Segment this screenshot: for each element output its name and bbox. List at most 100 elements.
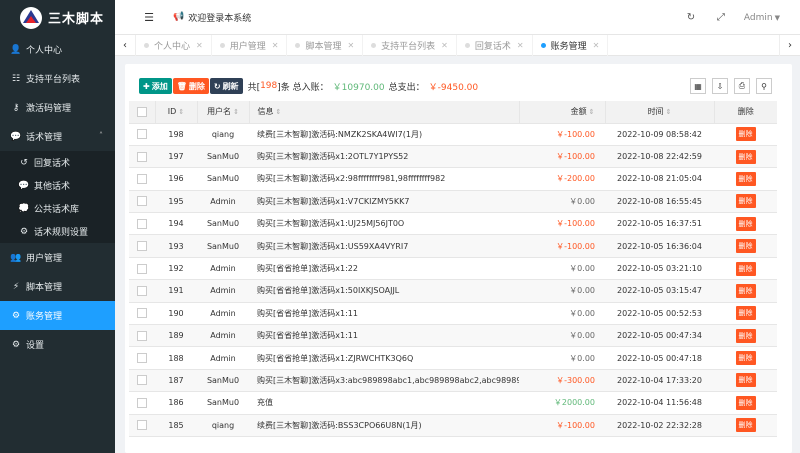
row-select-cell[interactable] bbox=[129, 190, 155, 214]
header-id[interactable]: ID ⇕ bbox=[154, 101, 197, 124]
row-checkbox[interactable] bbox=[137, 241, 147, 252]
sidebar-item[interactable]: 👤 个人中心 bbox=[0, 35, 115, 64]
tab[interactable]: 账务管理 ✕ bbox=[533, 34, 609, 56]
row-delete-button[interactable]: 删除 bbox=[735, 373, 756, 388]
table-row[interactable]: 188 Admin 购买[省省抢单]激活码x1:ZJRWCHTK3Q6Q ￥0.00 2… bbox=[129, 346, 777, 370]
row-checkbox[interactable] bbox=[137, 263, 147, 274]
close-icon[interactable]: ✕ bbox=[517, 41, 524, 50]
sidebar-item[interactable]: ⚡ 脚本管理 bbox=[0, 272, 115, 301]
table-row[interactable]: 198 qiang 续费[三木智聊]激活码:NMZK2SKA4WI7(1月) ￥-10… bbox=[129, 123, 777, 146]
row-checkbox[interactable] bbox=[137, 196, 147, 207]
row-select-cell[interactable] bbox=[129, 302, 155, 326]
columns-icon[interactable]: ▦ bbox=[690, 78, 706, 94]
row-checkbox[interactable] bbox=[137, 151, 147, 162]
row-delete-button[interactable]: 删除 bbox=[735, 149, 756, 164]
table-row[interactable]: 190 Admin 购买[省省抢单]激活码x1:11 ￥0.00 2022-10-05 … bbox=[129, 302, 777, 326]
close-icon[interactable]: ✕ bbox=[593, 41, 600, 50]
table-row[interactable]: 191 Admin 购买[省省抢单]激活码x1:50IXKJSOAJJL ￥0.00 2… bbox=[129, 279, 777, 303]
row-select-cell[interactable] bbox=[129, 212, 155, 236]
delete-button[interactable]: 🗑 删除 bbox=[172, 78, 209, 94]
table-row[interactable]: 192 Admin 购买[省省抢单]激活码x1:22 ￥0.00 2022-10-05 … bbox=[129, 257, 777, 281]
row-delete-button[interactable]: 删除 bbox=[735, 328, 756, 343]
row-checkbox[interactable] bbox=[137, 308, 147, 319]
refresh-button[interactable]: ↻ 刷新 bbox=[209, 78, 243, 94]
tab[interactable]: 个人中心 ✕ bbox=[136, 34, 212, 56]
row-select-cell[interactable] bbox=[129, 257, 155, 281]
sidebar-item[interactable]: ⚙ 话术规则设置 bbox=[0, 220, 115, 243]
user-menu[interactable]: Admin ▼ bbox=[744, 13, 780, 23]
sidebar-item[interactable]: 💭 公共话术库 bbox=[0, 197, 115, 220]
row-checkbox[interactable] bbox=[137, 397, 147, 408]
row-select-cell[interactable] bbox=[129, 145, 155, 169]
sidebar-item[interactable]: ⚙ 账务管理 bbox=[0, 301, 115, 330]
sidebar-item[interactable]: 💬 话术管理 ˄ bbox=[0, 122, 115, 151]
tab[interactable]: 回复话术 ✕ bbox=[457, 34, 533, 56]
row-select-cell[interactable] bbox=[129, 414, 155, 437]
header-amount[interactable]: 金额 ⇕ bbox=[518, 101, 605, 124]
row-checkbox[interactable] bbox=[137, 353, 147, 364]
row-delete-button[interactable]: 删除 bbox=[735, 127, 756, 142]
sidebar-item[interactable]: 👥 用户管理 bbox=[0, 243, 115, 272]
row-checkbox[interactable] bbox=[137, 218, 147, 229]
table-row[interactable]: 187 SanMu0 购买[三木智聊]激活码x3:abc989898abc1,abc… bbox=[129, 369, 777, 393]
select-all-header[interactable] bbox=[129, 101, 155, 124]
search-icon[interactable]: ⚲ bbox=[756, 78, 772, 94]
row-delete-button[interactable]: 删除 bbox=[735, 216, 756, 231]
refresh-icon[interactable]: ↻ bbox=[676, 12, 706, 23]
table-row[interactable]: 197 SanMu0 购买[三木智聊]激活码x1:2OTL7Y1PYS52 ￥-100… bbox=[129, 145, 777, 169]
print-icon[interactable]: ⎙ bbox=[734, 78, 750, 94]
table-row[interactable]: 186 SanMu0 充值 ￥2000.00 2022-10-04 11:56:48 删除 bbox=[129, 391, 777, 415]
export-icon[interactable]: ⇩ bbox=[712, 78, 728, 94]
close-icon[interactable]: ✕ bbox=[441, 41, 448, 50]
close-icon[interactable]: ✕ bbox=[196, 41, 203, 50]
row-delete-button[interactable]: 删除 bbox=[735, 239, 756, 254]
tabs-scroll-right-icon[interactable]: › bbox=[779, 34, 800, 56]
table-row[interactable]: 189 Admin 购买[省省抢单]激活码x1:11 ￥0.00 2022-10-05 … bbox=[129, 324, 777, 348]
row-delete-button[interactable]: 删除 bbox=[735, 283, 756, 298]
tab[interactable]: 用户管理 ✕ bbox=[212, 34, 288, 56]
row-select-cell[interactable] bbox=[129, 279, 155, 303]
row-checkbox[interactable] bbox=[137, 420, 147, 431]
header-info[interactable]: 信息 ⇕ bbox=[248, 101, 519, 124]
row-select-cell[interactable] bbox=[129, 167, 155, 191]
table-row[interactable]: 195 Admin 购买[三木智聊]激活码x1:V7CKIZMY5KK7 ￥0.00 2… bbox=[129, 190, 777, 214]
row-delete-button[interactable]: 删除 bbox=[735, 194, 756, 209]
row-select-cell[interactable] bbox=[129, 324, 155, 348]
table-row[interactable]: 194 SanMu0 购买[三木智聊]激活码x1:UJ25MJ56JT0O ￥-100… bbox=[129, 212, 777, 236]
menu-toggle-icon[interactable]: ☰ bbox=[135, 11, 163, 24]
sidebar-item[interactable]: ⚙ 设置 bbox=[0, 330, 115, 359]
table-row[interactable]: 196 SanMu0 购买[三木智聊]激活码x2:98ffffffff981,98f… bbox=[129, 167, 777, 191]
add-button[interactable]: ✚ 添加 bbox=[139, 78, 172, 94]
close-icon[interactable]: ✕ bbox=[272, 41, 279, 50]
row-checkbox[interactable] bbox=[137, 285, 147, 296]
row-delete-button[interactable]: 删除 bbox=[735, 306, 756, 321]
row-checkbox[interactable] bbox=[137, 129, 147, 140]
row-select-cell[interactable] bbox=[129, 391, 155, 415]
row-select-cell[interactable] bbox=[129, 234, 155, 258]
row-checkbox[interactable] bbox=[137, 375, 147, 386]
row-delete-button[interactable]: 删除 bbox=[735, 395, 756, 410]
sidebar-item[interactable]: ⚷ 激活码管理 bbox=[0, 93, 115, 122]
row-select-cell[interactable] bbox=[129, 346, 155, 370]
table-row[interactable]: 193 SanMu0 购买[三木智聊]激活码x1:US59XA4VYRI7 ￥-100… bbox=[129, 234, 777, 258]
row-checkbox[interactable] bbox=[137, 173, 147, 184]
row-delete-button[interactable]: 删除 bbox=[735, 418, 756, 433]
fullscreen-icon[interactable]: ⤢ bbox=[706, 12, 736, 23]
row-delete-button[interactable]: 删除 bbox=[735, 261, 756, 276]
brand[interactable]: 三木脚本 bbox=[0, 0, 115, 35]
sidebar-item[interactable]: 💬 其他话术 bbox=[0, 174, 115, 197]
header-time[interactable]: 时间 ⇕ bbox=[604, 101, 714, 124]
select-all-checkbox[interactable] bbox=[136, 106, 147, 117]
row-select-cell[interactable] bbox=[129, 123, 155, 146]
sidebar-item[interactable]: ☷ 支持平台列表 bbox=[0, 64, 115, 93]
row-delete-button[interactable]: 删除 bbox=[735, 171, 756, 186]
tabs-scroll-left-icon[interactable]: ‹ bbox=[115, 34, 136, 56]
row-checkbox[interactable] bbox=[137, 330, 147, 341]
header-username[interactable]: 用户名 ⇕ bbox=[196, 101, 249, 124]
table-row[interactable]: 185 qiang 续费[三木智聊]激活码:BSS3CPO66U8N(1月) ￥-10… bbox=[129, 414, 777, 437]
row-delete-button[interactable]: 删除 bbox=[735, 351, 756, 366]
sidebar-item[interactable]: ↺ 回复话术 bbox=[0, 151, 115, 174]
close-icon[interactable]: ✕ bbox=[347, 41, 354, 50]
row-select-cell[interactable] bbox=[129, 369, 155, 393]
tab[interactable]: 支持平台列表 ✕ bbox=[363, 34, 457, 56]
